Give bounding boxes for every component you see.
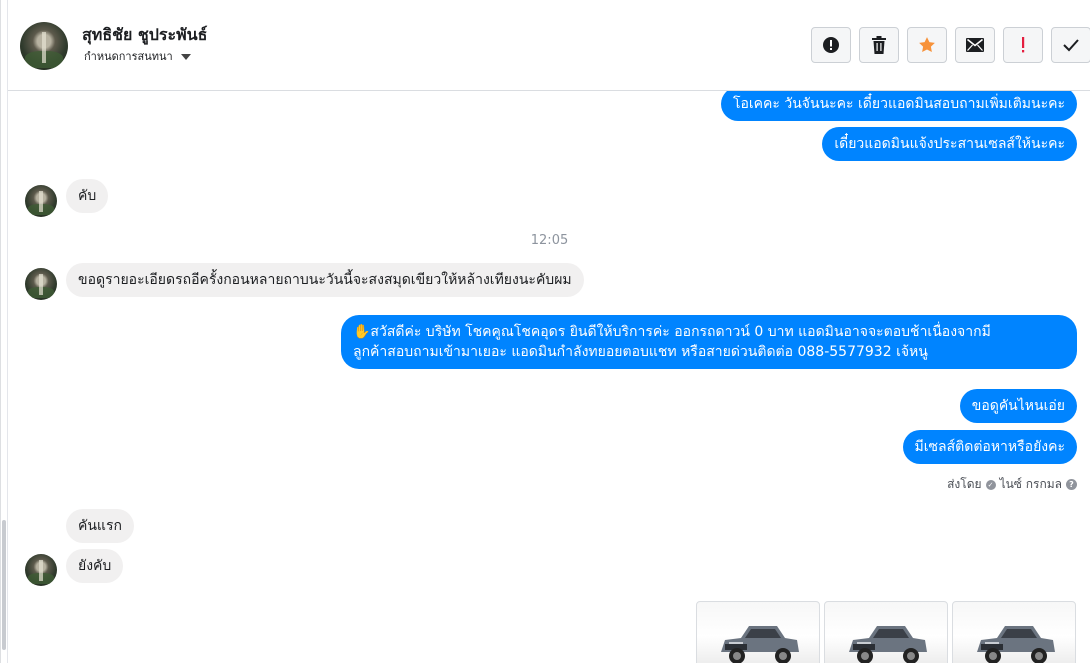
incoming-message[interactable]: คับ: [66, 179, 109, 213]
contact-name[interactable]: สุทธิชัย ชูประพันธ์: [82, 23, 207, 48]
conversation-settings-label: กำหนดการสนทนา: [84, 50, 173, 63]
message-thread[interactable]: โอเคคะ วันจันนะคะ เดี๋ยวแอดมินสอบถามเพิ่…: [8, 91, 1090, 663]
conversation-header: สุทธิชัย ชูประพันธ์ กำหนดการสนทนา: [8, 0, 1090, 91]
alert-circle-icon: [823, 37, 839, 53]
conversation-toolbar: [811, 27, 1090, 63]
outgoing-message[interactable]: โอเคคะ วันจันนะคะ เดี๋ยวแอดมินสอบถามเพิ่…: [720, 91, 1077, 121]
outgoing-message[interactable]: ขอดูคันไหนเอ่ย: [959, 389, 1077, 423]
contact-avatar-small[interactable]: [25, 554, 57, 586]
mark-done-button[interactable]: [1051, 27, 1090, 63]
sent-by-info: ส่งโดย ✓ ไนซ์ กรกมล ?: [947, 475, 1077, 494]
mark-important-button[interactable]: [1003, 27, 1043, 63]
contact-avatar-small[interactable]: [25, 268, 57, 300]
image-attachment[interactable]: [824, 601, 948, 663]
pickup-truck-image: [977, 626, 1055, 663]
help-icon[interactable]: ?: [1066, 479, 1077, 490]
incoming-message[interactable]: คันแรก: [66, 509, 134, 543]
sent-by-label: ส่งโดย: [947, 477, 982, 491]
mark-unread-button[interactable]: [955, 27, 995, 63]
pickup-truck-image: [849, 626, 927, 663]
star-button[interactable]: [907, 27, 947, 63]
outgoing-message[interactable]: มีเซลส์ติดต่อหาหรือยังคะ: [902, 430, 1077, 464]
contact-avatar-small[interactable]: [25, 185, 57, 217]
conversation-settings-dropdown[interactable]: กำหนดการสนทนา: [84, 47, 191, 65]
pickup-truck-image: [721, 626, 799, 663]
contact-avatar[interactable]: [20, 22, 68, 70]
message-line: ✋สวัสดีค่ะ บริษัท โชคคูณโชคอุดร ยินดีให้…: [353, 324, 991, 340]
messenger-conversation: สุทธิชัย ชูประพันธ์ กำหนดการสนทนา โอเคคะ…: [0, 0, 1090, 663]
check-circle-icon: ✓: [985, 479, 996, 490]
mail-icon: [966, 38, 984, 52]
scrollbar-thumb[interactable]: [2, 520, 6, 650]
message-line: ลูกค้าสอบถามเข้ามาเยอะ แอดมินกำลังทยอยตอ…: [353, 344, 928, 360]
image-attachment[interactable]: [696, 601, 820, 663]
mark-spam-button[interactable]: [811, 27, 851, 63]
outgoing-message[interactable]: ✋สวัสดีค่ะ บริษัท โชคคูณโชคอุดร ยินดีให้…: [341, 315, 1077, 369]
trash-icon: [872, 36, 886, 54]
checkmark-icon: [1063, 39, 1079, 52]
incoming-message[interactable]: ขอดูรายอะเอียดรถอีครั้งกอนหลายถาบนะวันนี…: [66, 263, 584, 297]
star-icon: [919, 37, 935, 53]
image-attachment[interactable]: [952, 601, 1076, 663]
exclamation-icon: [1022, 37, 1025, 53]
caret-down-icon: [180, 54, 191, 60]
left-scroll-edge: [1, 0, 8, 663]
incoming-message[interactable]: ยังคับ: [66, 549, 124, 583]
message-timestamp: 12:05: [530, 233, 569, 248]
outgoing-message[interactable]: เดี๋ยวแอดมินแจ้งประสานเซลส์ให้นะคะ: [822, 127, 1077, 161]
delete-button[interactable]: [859, 27, 899, 63]
sent-by-name[interactable]: ไนซ์ กรกมล: [1000, 475, 1062, 494]
